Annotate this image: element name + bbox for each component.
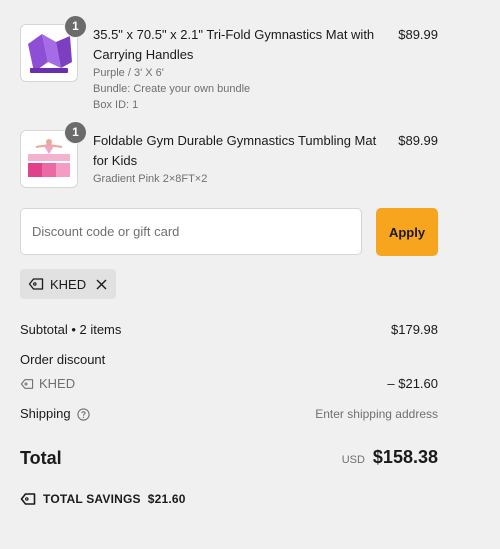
total-savings-label: TOTAL SAVINGS	[43, 492, 141, 506]
remove-discount-icon[interactable]	[96, 279, 107, 290]
order-discount-label: Order discount	[20, 352, 106, 367]
total-savings-amount: $21.60	[147, 492, 186, 506]
total-label: Total	[20, 448, 62, 468]
product-title: 35.5" x 70.5" x 2.1" Tri-Fold Gymnastics…	[93, 27, 375, 62]
help-circle-icon[interactable]	[76, 407, 90, 421]
order-summary: 1 35.5" x 70.5" x 2.1" Tri-Fold Gymnasti…	[20, 0, 438, 506]
product-bundle: Bundle: Create your own bundle	[93, 83, 251, 95]
discount-form: Apply	[20, 208, 438, 256]
discount-amount: – $21.60	[387, 376, 438, 391]
product-box-id: Box ID: 1	[93, 99, 139, 111]
tag-icon	[28, 277, 44, 291]
shipping-value: Enter shipping address	[315, 407, 438, 421]
product-thumbnail: 1	[20, 16, 86, 82]
order-discount-row: Order discount	[20, 351, 438, 369]
discount-code-input[interactable]	[20, 208, 362, 255]
total-amount: $158.38	[372, 447, 438, 467]
pink-tumbling-mat-image	[28, 139, 70, 177]
apply-button[interactable]: Apply	[376, 208, 438, 256]
discount-code-label: KHED	[39, 376, 76, 391]
subtotal-label: Subtotal • 2 items	[20, 322, 122, 337]
discount-code-row: KHED – $21.60	[20, 375, 438, 393]
shipping-row: Shipping Enter shipping address	[20, 405, 438, 423]
line-item: 1 Foldable Gym Durable Gymnastics Tumbli…	[20, 122, 438, 188]
subtotal-row: Subtotal • 2 items $179.98	[20, 321, 438, 339]
total-row: Total USD $158.38	[20, 447, 438, 469]
line-item: 1 35.5" x 70.5" x 2.1" Tri-Fold Gymnasti…	[20, 16, 438, 113]
product-title: Foldable Gym Durable Gymnastics Tumbling…	[93, 133, 377, 168]
currency-code: USD	[341, 454, 365, 466]
product-price: $89.99	[398, 133, 438, 148]
product-variant: Purple / 3' X 6'	[93, 67, 164, 79]
applied-discount-chip: KHED	[20, 269, 117, 299]
tag-icon	[20, 492, 36, 506]
applied-discount-code: KHED	[50, 276, 87, 292]
product-variant: Gradient Pink 2×8FT×2	[93, 173, 208, 185]
quantity-badge: 1	[65, 122, 86, 143]
product-thumbnail: 1	[20, 122, 86, 188]
product-price: $89.99	[398, 27, 438, 42]
shipping-label: Shipping	[20, 406, 71, 421]
tag-icon	[20, 378, 34, 390]
subtotal-value: $179.98	[391, 322, 438, 337]
quantity-badge: 1	[65, 16, 86, 37]
purple-folding-mat-image	[28, 34, 72, 73]
total-savings-row: TOTAL SAVINGS $21.60	[20, 492, 438, 506]
